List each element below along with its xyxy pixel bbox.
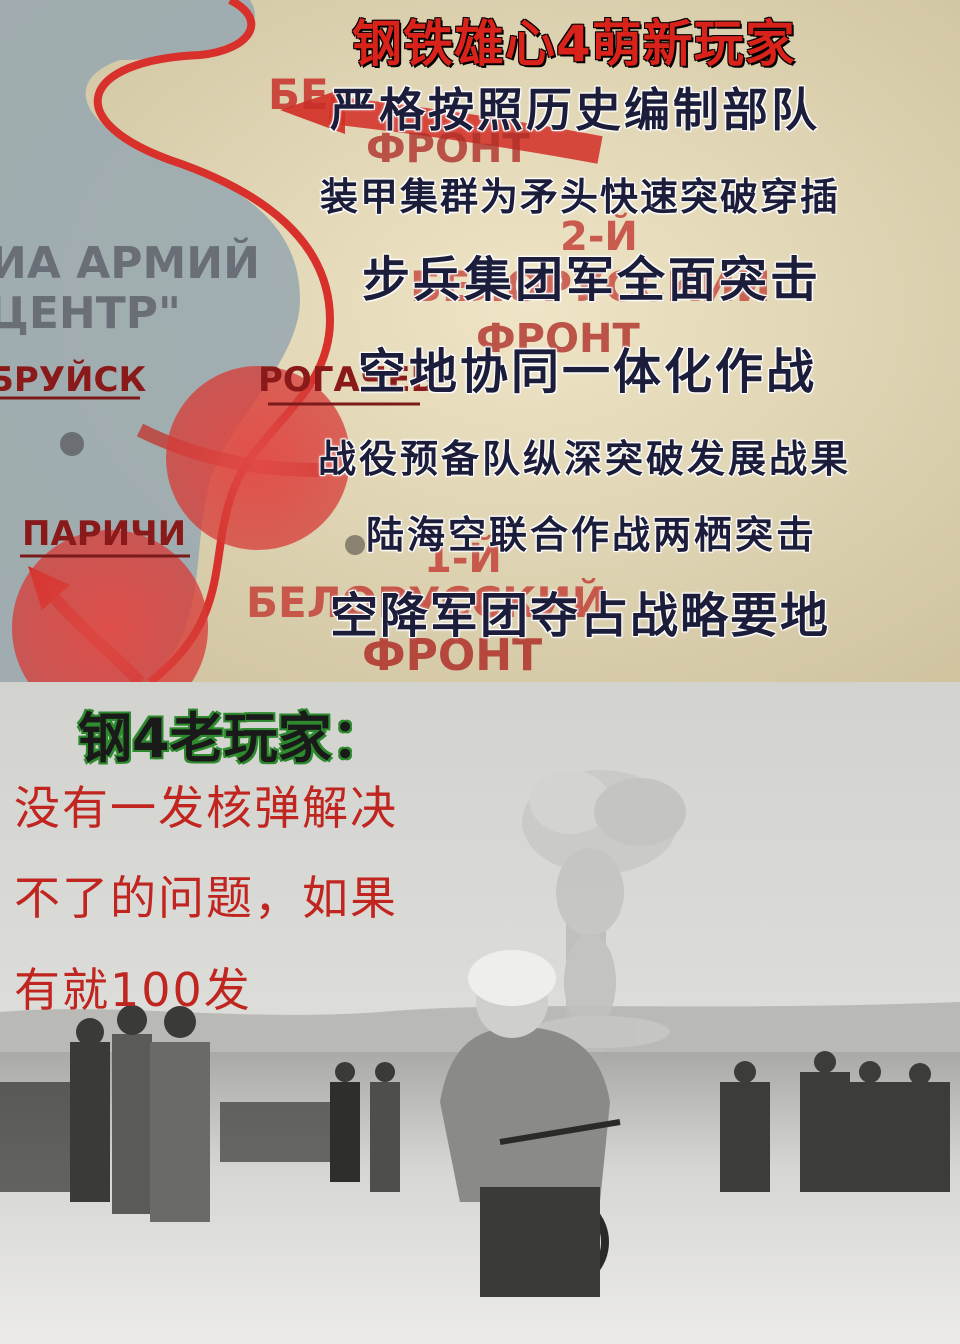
town-dot-2 bbox=[345, 535, 365, 555]
quote-line-2: 不了的问题，如果 bbox=[14, 871, 398, 925]
map-label-center: ЦЕНТР" bbox=[0, 288, 181, 339]
map-label-armii: ИА АРМИЙ bbox=[0, 238, 260, 289]
quote-line-1: 没有一发核弹解决 bbox=[14, 781, 398, 835]
town-dot-1 bbox=[60, 432, 84, 456]
quote-line-3: 有就100发 bbox=[14, 963, 252, 1017]
tactic-line-2: 装甲集群为矛头快速突破穿插 bbox=[320, 175, 841, 219]
newbie-player-title: 钢铁雄心4萌新玩家 bbox=[352, 15, 796, 73]
crowd-right bbox=[720, 1051, 950, 1192]
tactic-line-1: 严格按照历史编制部队 bbox=[330, 83, 820, 137]
tactic-line-7: 空降军团夺占战略要地 bbox=[330, 588, 831, 644]
bottom-panel: 钢4老玩家： 没有一发核弹解决 不了的问题，如果 有就100发 bbox=[0, 682, 960, 1344]
tactic-line-4: 空地协同一体化作战 bbox=[358, 344, 818, 400]
veteran-player-title: 钢4老玩家： bbox=[78, 707, 386, 770]
map-label-bobruisk: БРУЙСК bbox=[0, 360, 147, 400]
tactic-line-3: 步兵集团军全面突击 bbox=[362, 252, 822, 308]
map-label-be-1: БЕ bbox=[268, 70, 329, 119]
map-label-parichi: ПАРИЧИ bbox=[22, 514, 187, 554]
tactic-line-5: 战役预备队纵深突破发展战果 bbox=[318, 437, 852, 481]
tactic-line-6: 陆海空联合作战两栖突击 bbox=[366, 513, 818, 557]
top-panel: ИА АРМИЙ ЦЕНТР" БРУЙСК РОГАЧЕВ ПАРИЧИ БЕ… bbox=[0, 0, 960, 682]
